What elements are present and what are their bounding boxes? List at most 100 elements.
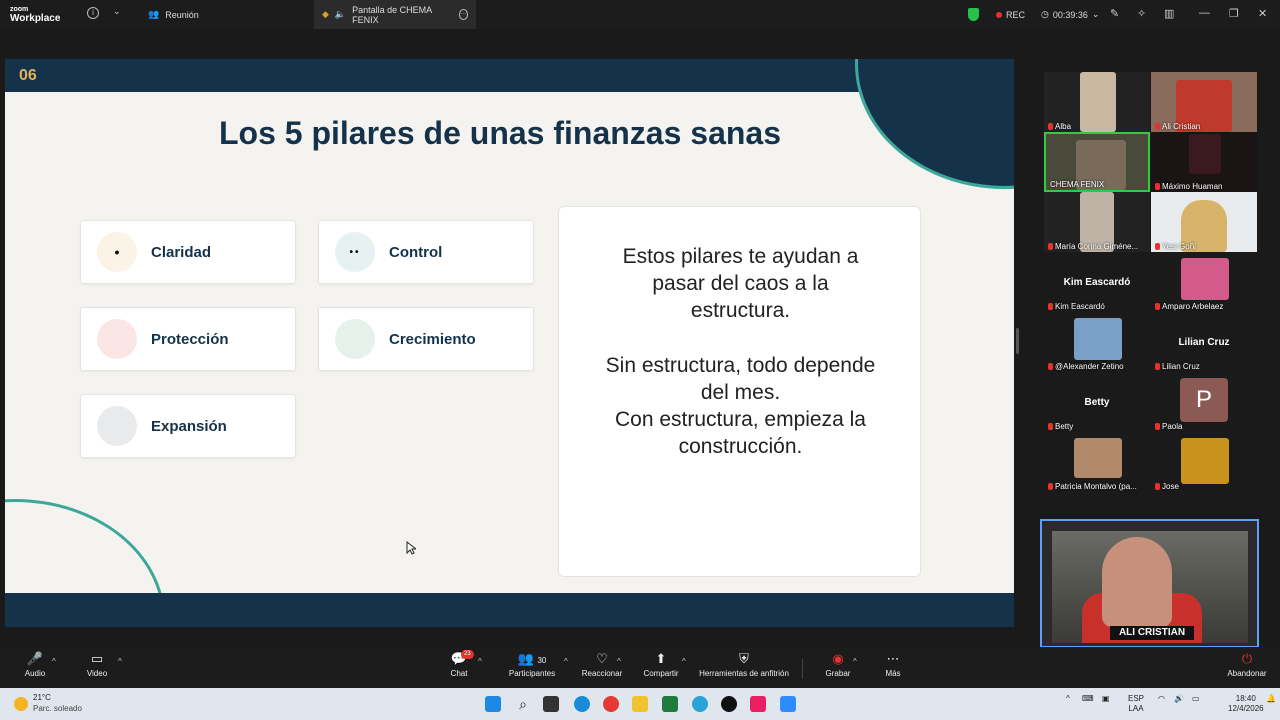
participant-tile-active-speaker[interactable]: CHEMA FENIX xyxy=(1044,132,1150,192)
mic-muted-icon xyxy=(1048,423,1053,430)
participant-tile[interactable]: Kim Eascardó Kim Eascardó xyxy=(1044,252,1150,312)
tray-app-icon[interactable]: ▣ xyxy=(1102,694,1110,703)
tiktok-icon[interactable] xyxy=(750,696,766,712)
chrome-icon[interactable] xyxy=(603,696,619,712)
chevron-down-icon[interactable]: ⌄ xyxy=(113,6,121,17)
file-explorer-icon[interactable] xyxy=(632,696,648,712)
recording-indicator[interactable]: REC xyxy=(996,0,1025,29)
zoom-title-bar: zoom Workplace i ⌄ 👥 Reunión ◆ 🔈 Pantall… xyxy=(0,0,1280,29)
speaker-icon: 🔈 xyxy=(334,9,347,19)
steam-icon[interactable] xyxy=(721,696,737,712)
chat-button[interactable]: 💬 23 Chat xyxy=(444,650,474,678)
pillar-label: Expansión xyxy=(151,417,227,435)
participant-tile[interactable]: María Corina Giméne... xyxy=(1044,192,1150,252)
notification-bell-icon[interactable]: 🔔 xyxy=(1266,694,1276,703)
mic-muted-icon xyxy=(1048,483,1053,490)
more-options-icon[interactable]: ··· xyxy=(458,9,468,20)
tray-overflow-chevron-icon[interactable]: ^ xyxy=(1066,694,1070,703)
pillar-icon-claridad: • xyxy=(97,232,137,272)
share-options-caret-icon[interactable]: ^ xyxy=(682,657,686,666)
pillar-icon-control: •• xyxy=(335,232,375,272)
wifi-icon[interactable]: ◠ xyxy=(1158,694,1165,703)
leave-button[interactable]: ⏻ Abandonar xyxy=(1224,651,1270,678)
react-options-caret-icon[interactable]: ^ xyxy=(617,657,621,666)
zoom-logo: zoom Workplace xyxy=(10,5,60,24)
share-screen-button[interactable]: ⬆ Compartir xyxy=(640,651,682,678)
language-indicator[interactable]: ESP LAA xyxy=(1128,694,1144,714)
video-options-caret-icon[interactable]: ^ xyxy=(118,657,122,666)
battery-icon[interactable]: ▭ xyxy=(1192,694,1200,703)
leave-label: Abandonar xyxy=(1227,669,1267,678)
info-icon[interactable]: i xyxy=(87,7,99,19)
close-icon[interactable]: ✕ xyxy=(1258,7,1267,20)
participant-avatar-image xyxy=(1181,438,1229,484)
info-line: Estos pilares te ayudan a xyxy=(622,245,859,268)
excel-icon[interactable] xyxy=(662,696,678,712)
video-button[interactable]: ▭ Video xyxy=(80,651,114,678)
chat-label: Chat xyxy=(450,669,468,678)
info-line: Con estructura, empieza la xyxy=(615,408,866,431)
tab-share-label: Pantalla de CHEMA FENIX xyxy=(352,4,432,25)
participant-video xyxy=(1181,258,1229,300)
participant-tile[interactable]: @Alexander Zetino xyxy=(1044,312,1150,372)
pillar-icon-crecimiento xyxy=(335,319,375,359)
record-options-caret-icon[interactable]: ^ xyxy=(853,657,857,666)
participant-tile[interactable]: Patricia Montalvo (pa... xyxy=(1044,432,1150,492)
tab-meeting[interactable]: 👥 Reunión xyxy=(140,0,310,29)
info-line: Sin estructura, todo depende xyxy=(605,354,876,377)
participant-tile[interactable]: Jose xyxy=(1151,432,1257,492)
participant-tile[interactable]: Lilian Cruz Lilian Cruz xyxy=(1151,312,1257,372)
video-person-head xyxy=(1102,537,1172,627)
participant-tile[interactable]: Yesi Goñi xyxy=(1151,192,1257,252)
host-shield-icon: ⛨ xyxy=(739,651,749,666)
participant-tile[interactable]: Amparo Arbelaez xyxy=(1151,252,1257,312)
windows-start-icon[interactable] xyxy=(485,696,501,712)
self-view-video[interactable]: ALI CRISTIAN xyxy=(1040,519,1259,648)
audio-options-caret-icon[interactable]: ^ xyxy=(52,657,56,666)
pillar-icon-proteccion xyxy=(97,319,137,359)
panel-resize-handle[interactable] xyxy=(1016,328,1019,354)
security-shield-icon[interactable] xyxy=(968,8,979,21)
participants-options-caret-icon[interactable]: ^ xyxy=(564,657,568,666)
volume-icon[interactable]: 🔊 xyxy=(1174,694,1184,703)
search-icon[interactable]: ⌕ xyxy=(515,696,531,712)
view-layout-icon[interactable]: ▥ xyxy=(1164,7,1174,20)
participant-name: Jose xyxy=(1162,482,1179,491)
system-clock[interactable]: 18:40 12/4/2026 xyxy=(1228,694,1264,714)
chat-options-caret-icon[interactable]: ^ xyxy=(478,657,482,666)
minimize-icon[interactable]: — xyxy=(1199,7,1210,19)
telegram-icon[interactable] xyxy=(692,696,708,712)
more-button[interactable]: ⋯ Más xyxy=(878,651,908,678)
participant-name: Paola xyxy=(1162,422,1183,431)
record-button[interactable]: ◉ Grabar xyxy=(822,651,854,678)
info-box: Estos pilares te ayudan a pasar del caos… xyxy=(558,206,921,577)
task-view-icon[interactable] xyxy=(543,696,559,712)
keyboard-icon[interactable]: ⌨ xyxy=(1082,694,1094,703)
slide-title: Los 5 pilares de unas finanzas sanas xyxy=(219,115,781,151)
ai-sparkle-icon[interactable]: ✧ xyxy=(1137,7,1146,20)
participant-name: Ali Cristian xyxy=(1162,122,1201,131)
participant-tile[interactable]: P Paola xyxy=(1151,372,1257,432)
participant-tile[interactable]: Betty Betty xyxy=(1044,372,1150,432)
participant-video xyxy=(1074,318,1122,360)
zoom-app-icon[interactable] xyxy=(780,696,796,712)
meeting-timer[interactable]: ◷ 00:39:36 ⌄ xyxy=(1041,0,1099,29)
participants-button[interactable]: 👥 30 Participantes xyxy=(506,651,558,678)
react-label: Reaccionar xyxy=(581,669,623,678)
mic-muted-icon xyxy=(1155,483,1160,490)
mic-muted-icon xyxy=(1048,123,1053,130)
edge-browser-icon[interactable] xyxy=(574,696,590,712)
clock-time: 18:40 xyxy=(1235,694,1256,703)
tab-screen-share[interactable]: ◆ 🔈 Pantalla de CHEMA FENIX ··· xyxy=(314,0,476,29)
participant-name-placeholder: Kim Eascardó xyxy=(1063,277,1131,288)
audio-button[interactable]: 🎤 Audio xyxy=(18,651,52,678)
participant-tile[interactable]: Ali Cristian xyxy=(1151,72,1257,132)
restore-icon[interactable]: ❐ xyxy=(1229,7,1239,20)
participant-tile[interactable]: Máximo Huaman xyxy=(1151,132,1257,192)
participant-tile[interactable]: Alba xyxy=(1044,72,1150,132)
host-tools-button[interactable]: ⛨ Herramientas de anfitrión xyxy=(696,651,792,678)
weather-temp: 21°C xyxy=(33,693,51,702)
mic-muted-icon xyxy=(1155,423,1160,430)
annotate-pen-icon[interactable]: ✎ xyxy=(1110,7,1119,20)
language-code: ESP xyxy=(1128,694,1145,703)
